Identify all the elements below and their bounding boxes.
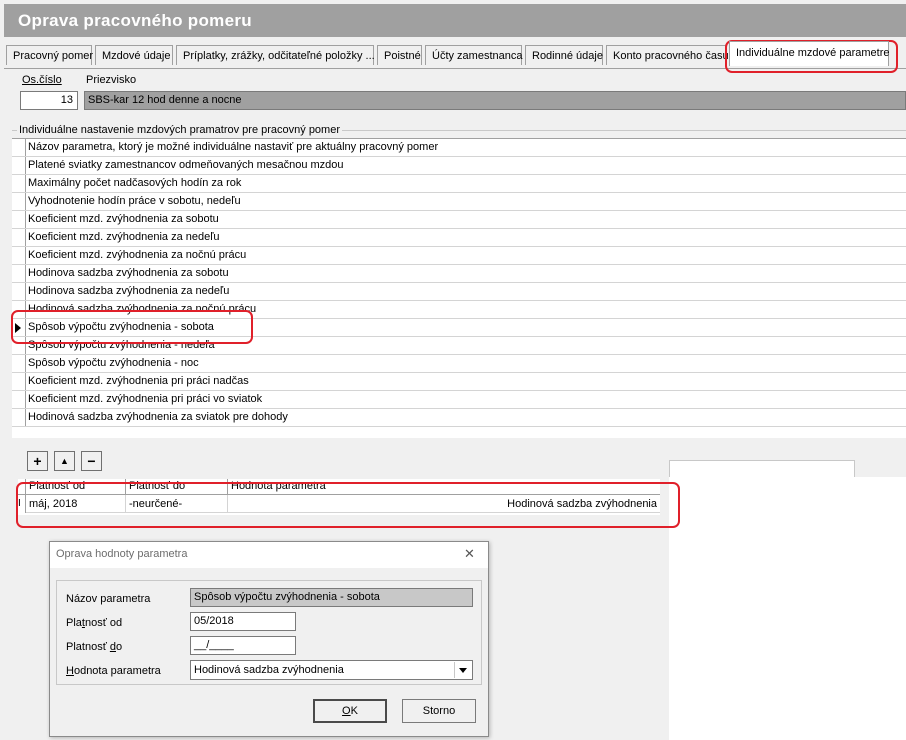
param-name: Maximálny počet nadčasových hodín za rok	[28, 177, 242, 189]
row-indicator	[12, 157, 26, 174]
move-up-button[interactable]: ▲	[54, 451, 75, 471]
dropdown-button[interactable]	[454, 662, 471, 678]
param-row[interactable]: Spôsob výpočtu zvýhodnenia - nedeľa	[12, 337, 906, 355]
param-row[interactable]: Hodinova sadzba zvýhodnenia za nedeľu	[12, 283, 906, 301]
param-row[interactable]: Hodinová sadzba zvýhodnenia za sviatok p…	[12, 409, 906, 427]
platnost-do-label: Platnosť do	[66, 641, 123, 653]
col-platnost-od[interactable]: Platnosť od	[26, 479, 126, 495]
chevron-down-icon	[459, 668, 467, 673]
param-row[interactable]: Koeficient mzd. zvýhodnenia za nedeľu	[12, 229, 906, 247]
tab-poistne[interactable]: Poistné	[377, 45, 422, 65]
param-name: Hodinova sadzba zvýhodnenia za sobotu	[28, 267, 229, 279]
row-indicator	[12, 373, 26, 390]
platnost-od-label: Platnosť od	[66, 617, 123, 629]
tab-panel-border	[4, 68, 906, 69]
params-grid-header: Názov parametra, ktorý je možné individu…	[12, 139, 906, 157]
tab-mzdove-udaje[interactable]: Mzdové údaje	[95, 45, 173, 65]
col-hodnota-parametra[interactable]: Hodnota parametra	[228, 479, 660, 495]
tab-bar: Pracovný pomer Mzdové údaje Príplatky, z…	[0, 40, 906, 70]
values-grid: Platnosť od Platnosť do Hodnota parametr…	[18, 479, 660, 515]
dialog-title: Oprava hodnoty parametra	[56, 548, 188, 560]
row-indicator	[12, 301, 26, 318]
values-indicator-header	[18, 479, 26, 495]
param-name: Platené sviatky zamestnancov odmeňovanýc…	[28, 159, 344, 171]
row-indicator	[12, 391, 26, 408]
param-name: Hodinová sadzba zvýhodnenia za nočnú prá…	[28, 303, 257, 315]
tab-rodinne-udaje[interactable]: Rodinné údaje	[525, 45, 603, 65]
param-row[interactable]: Hodinová sadzba zvýhodnenia za nočnú prá…	[12, 301, 906, 319]
empty-panel-header	[669, 460, 855, 478]
empty-panel	[669, 477, 906, 740]
hodnota-select-value: Hodinová sadzba zvýhodnenia	[194, 664, 344, 676]
current-row-arrow-icon	[15, 323, 21, 333]
close-icon[interactable]: ✕	[464, 546, 475, 562]
param-name: Spôsob výpočtu zvýhodnenia - nedeľa	[28, 339, 215, 351]
nazov-label: Názov parametra	[66, 593, 151, 605]
param-name: Koeficient mzd. zvýhodnenia za sobotu	[28, 213, 219, 225]
remove-row-button[interactable]: −	[81, 451, 102, 471]
param-row[interactable]: Vyhodnotenie hodín práce v sobotu, nedeľ…	[12, 193, 906, 211]
params-header-label: Názov parametra, ktorý je možné individu…	[28, 141, 439, 153]
param-row[interactable]: Koeficient mzd. zvýhodnenia za nočnú prá…	[12, 247, 906, 265]
param-name: Spôsob výpočtu zvýhodnenia - sobota	[28, 321, 214, 333]
tab-konto-pracovneho-casu[interactable]: Konto pracovného času	[606, 45, 729, 65]
edit-value-dialog: Oprava hodnoty parametra ✕ Názov paramet…	[49, 541, 489, 737]
hodnota-select[interactable]: Hodinová sadzba zvýhodnenia	[190, 660, 473, 680]
values-row-indicator: I	[18, 495, 26, 513]
value-platnost-do[interactable]: -neurčené-	[126, 495, 228, 513]
row-indicator	[12, 409, 26, 426]
row-indicator	[12, 337, 26, 354]
platnost-od-field[interactable]: 05/2018	[190, 612, 296, 631]
row-indicator	[12, 193, 26, 210]
param-name: Koeficient mzd. zvýhodnenia pri práci na…	[28, 375, 249, 387]
param-row[interactable]: Platené sviatky zamestnancov odmeňovanýc…	[12, 157, 906, 175]
row-indicator	[12, 175, 26, 192]
add-row-button[interactable]: +	[27, 451, 48, 471]
nazov-field: Spôsob výpočtu zvýhodnenia - sobota	[190, 588, 473, 607]
storno-button[interactable]: Storno	[402, 699, 476, 723]
param-name: Hodinova sadzba zvýhodnenia za nedeľu	[28, 285, 230, 297]
param-row-selected[interactable]: Spôsob výpočtu zvýhodnenia - sobota	[12, 319, 906, 337]
row-indicator	[12, 211, 26, 228]
window-title: Oprava pracovného pomeru	[4, 4, 906, 37]
tab-ucty-zamestnanca[interactable]: Účty zamestnanca	[425, 45, 522, 65]
col-platnost-do[interactable]: Platnosť do	[126, 479, 228, 495]
ok-button[interactable]: OK	[313, 699, 387, 723]
param-row[interactable]: Koeficient mzd. zvýhodnenia za sobotu	[12, 211, 906, 229]
param-name: Koeficient mzd. zvýhodnenia za nočnú prá…	[28, 249, 247, 261]
param-name: Hodinová sadzba zvýhodnenia za sviatok p…	[28, 411, 288, 423]
value-hodnota[interactable]: Hodinová sadzba zvýhodnenia	[228, 495, 660, 513]
param-name: Koeficient mzd. zvýhodnenia pri práci vo…	[28, 393, 263, 405]
hodnota-label: Hodnota parametra	[66, 665, 161, 677]
platnost-do-field[interactable]: __/____	[190, 636, 296, 655]
params-group-title: Individuálne nastavenie mzdových pramatr…	[17, 124, 342, 136]
row-indicator	[12, 229, 26, 246]
row-indicator	[12, 283, 26, 300]
params-grid: Názov parametra, ktorý je možné individu…	[12, 138, 906, 438]
dialog-titlebar: Oprava hodnoty parametra ✕	[50, 542, 488, 568]
tab-individualne-mzdove-parametre[interactable]: Individuálne mzdové parametre	[729, 41, 889, 66]
tab-pracovny-pomer[interactable]: Pracovný pomer	[6, 45, 93, 65]
os-cislo-label: Os.číslo	[22, 74, 62, 86]
param-row[interactable]: Koeficient mzd. zvýhodnenia pri práci na…	[12, 373, 906, 391]
value-platnost-od[interactable]: máj, 2018	[26, 495, 126, 513]
param-row[interactable]: Spôsob výpočtu zvýhodnenia - noc	[12, 355, 906, 373]
row-indicator	[12, 265, 26, 282]
priezvisko-field: SBS-kar 12 hod denne a nocne	[84, 91, 906, 110]
param-row[interactable]: Hodinova sadzba zvýhodnenia za sobotu	[12, 265, 906, 283]
tab-priplatky[interactable]: Príplatky, zrážky, odčitateľné položky .…	[176, 45, 375, 65]
row-indicator	[12, 139, 26, 156]
param-row[interactable]: Koeficient mzd. zvýhodnenia pri práci vo…	[12, 391, 906, 409]
os-cislo-field[interactable]: 13	[20, 91, 78, 110]
row-indicator	[12, 355, 26, 372]
param-row[interactable]: Maximálny počet nadčasových hodín za rok	[12, 175, 906, 193]
row-indicator	[12, 247, 26, 264]
param-name: Koeficient mzd. zvýhodnenia za nedeľu	[28, 231, 220, 243]
priezvisko-label: Priezvisko	[86, 74, 137, 86]
row-indicator	[12, 319, 26, 336]
param-name: Spôsob výpočtu zvýhodnenia - noc	[28, 357, 199, 369]
param-name: Vyhodnotenie hodín práce v sobotu, nedeľ…	[28, 195, 241, 207]
